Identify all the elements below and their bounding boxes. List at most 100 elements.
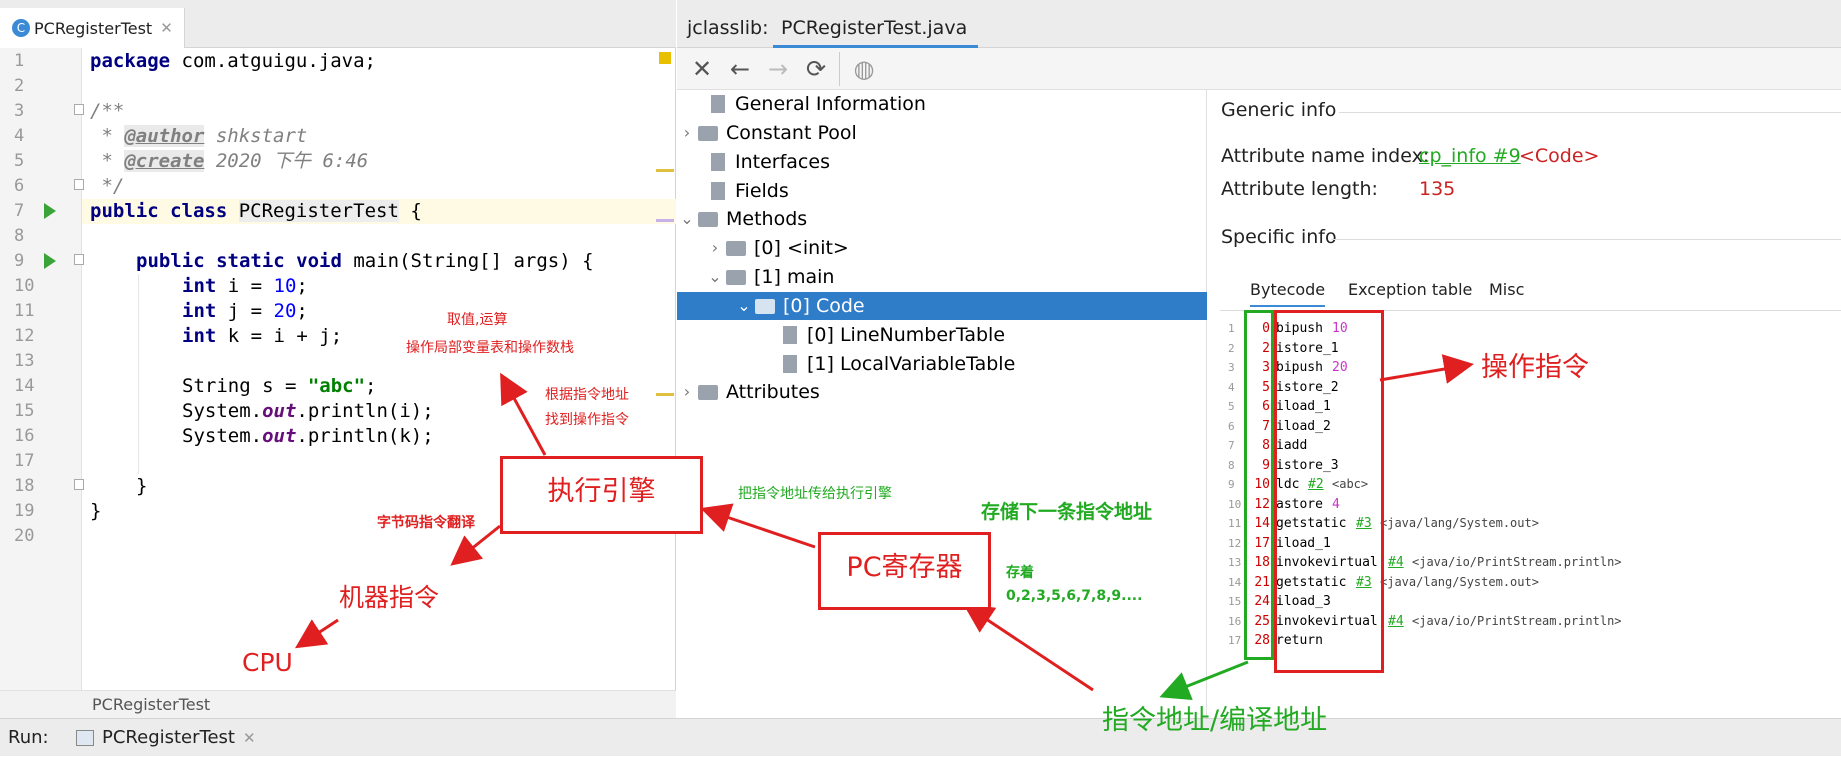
code-line-4: * @author shkstart xyxy=(90,125,308,147)
chevron-down-icon[interactable]: ⌄ xyxy=(676,205,698,233)
tree-item-methods[interactable]: ⌄ Methods xyxy=(676,205,807,233)
folder-icon xyxy=(698,211,718,227)
close-icon[interactable]: ✕ xyxy=(687,54,717,84)
section-divider xyxy=(1331,239,1841,240)
tree-item-attributes[interactable]: › Attributes xyxy=(676,378,820,406)
specific-info-title: Specific info xyxy=(1221,226,1337,248)
globe-icon[interactable]: ◍ xyxy=(849,54,879,84)
back-arrow-icon[interactable]: ← xyxy=(725,54,755,84)
tab-bytecode[interactable]: Bytecode xyxy=(1250,280,1326,307)
fold-icon[interactable] xyxy=(74,104,84,115)
bytecode-line-number: 3 xyxy=(1228,361,1235,374)
tree-item-init[interactable]: › [0] <init> xyxy=(704,234,849,262)
line-number: 3 xyxy=(14,101,25,121)
jclasslib-tab-label: PCRegisterTest.java xyxy=(781,17,968,39)
line-number: 11 xyxy=(14,301,35,321)
code-line-7: public class PCRegisterTest { xyxy=(90,200,422,222)
bytecode-ref-link[interactable]: #4 xyxy=(1388,612,1404,632)
address-box xyxy=(1244,310,1274,660)
bytecode-line-number: 17 xyxy=(1228,634,1242,647)
code-line-9: public static void main(String[] args) { xyxy=(136,250,594,272)
scroll-marker[interactable] xyxy=(656,219,674,222)
bytecode-comment: <java/lang/System.out> xyxy=(1380,574,1539,589)
line-number: 6 xyxy=(14,176,25,196)
tree-item-code[interactable]: ⌄ [0] Code xyxy=(733,292,864,320)
op-instruction-box xyxy=(1274,310,1384,673)
bytecode-line-number: 8 xyxy=(1228,458,1235,472)
jclasslib-toolbar: ✕ ← → ⟳ ◍ xyxy=(677,48,1841,90)
tree-item-local-variable-table[interactable]: [1] LocalVariableTable xyxy=(780,350,1015,378)
annotation-operate: 操作局部变量表和操作数栈 xyxy=(406,340,574,356)
refresh-icon[interactable]: ⟳ xyxy=(801,54,831,84)
line-number: 13 xyxy=(14,351,35,371)
chevron-right-icon[interactable]: › xyxy=(704,234,726,262)
scroll-marker[interactable] xyxy=(656,169,674,172)
tab-misc[interactable]: Misc xyxy=(1489,280,1524,299)
bytecode-line-number: 7 xyxy=(1228,439,1235,452)
close-icon[interactable]: ✕ xyxy=(243,719,256,757)
tree-item-fields[interactable]: Fields xyxy=(686,177,789,205)
file-icon xyxy=(711,182,725,200)
tab-exception-table[interactable]: Exception table xyxy=(1348,280,1472,299)
run-main-icon[interactable] xyxy=(44,253,56,269)
code-line-1: package com.atguigu.java; xyxy=(90,50,376,72)
annotation-op-instr: 操作指令 xyxy=(1481,352,1589,383)
chevron-down-icon[interactable]: ⌄ xyxy=(704,263,726,291)
bytecode-line-number: 1 xyxy=(1228,322,1235,335)
code-line-10: int i = 10; xyxy=(182,275,308,297)
file-icon xyxy=(783,355,797,373)
bytecode-line-number: 11 xyxy=(1228,517,1242,530)
indent-guide xyxy=(138,274,139,474)
editor-breadcrumb[interactable]: PCRegisterTest xyxy=(0,690,676,718)
run-toolbar: Run: PCRegisterTest ✕ xyxy=(0,718,1841,756)
chevron-right-icon[interactable]: › xyxy=(676,119,698,147)
code-line-11: int j = 20; xyxy=(182,300,308,322)
attr-name-link[interactable]: cp_info #9 xyxy=(1419,145,1521,167)
fold-icon[interactable] xyxy=(74,479,84,490)
editor-tab[interactable]: C PCRegisterTest ✕ xyxy=(0,8,185,48)
bytecode-comment: <java/lang/System.out> xyxy=(1380,516,1539,530)
chevron-right-icon[interactable]: › xyxy=(676,378,698,406)
execution-engine-box: 执行引擎 xyxy=(500,456,703,534)
fold-icon[interactable] xyxy=(74,179,84,190)
bytecode-line-number: 10 xyxy=(1228,497,1242,511)
annotation-fetch: 取值,运算 xyxy=(447,312,508,328)
bytecode-line-number: 14 xyxy=(1228,575,1242,589)
tree-item-general[interactable]: General Information xyxy=(686,90,926,118)
tree-item-line-number-table[interactable]: [0] LineNumberTable xyxy=(780,321,1005,349)
class-file-icon: C xyxy=(12,19,30,37)
bytecode-comment: <java/io/PrintStream.println> xyxy=(1412,613,1622,628)
line-number: 7 xyxy=(14,201,25,221)
annotation-store-next: 存储下一条指令地址 xyxy=(981,501,1153,523)
run-tab[interactable]: PCRegisterTest ✕ xyxy=(76,719,256,757)
run-class-icon[interactable] xyxy=(44,203,56,219)
bytecode-comment: <java/io/PrintStream.println> xyxy=(1412,555,1622,569)
annotation-pass-addr: 把指令地址传给执行引擎 xyxy=(738,486,892,502)
line-number: 9 xyxy=(14,251,25,271)
annotation-machine: 机器指令 xyxy=(339,583,440,612)
code-line-16: System.out.println(k); xyxy=(182,425,434,447)
attr-name-label: Attribute name index: xyxy=(1221,145,1430,167)
forward-arrow-icon[interactable]: → xyxy=(763,54,793,84)
line-number: 17 xyxy=(14,451,35,471)
bytecode-ref-link[interactable]: #4 xyxy=(1388,553,1404,573)
file-icon xyxy=(711,153,725,171)
scroll-marker[interactable] xyxy=(656,393,674,396)
line-number: 10 xyxy=(14,276,35,296)
tree-item-interfaces[interactable]: Interfaces xyxy=(686,148,830,176)
tree-item-constant-pool[interactable]: › Constant Pool xyxy=(676,119,857,147)
editor-tabbar: C PCRegisterTest ✕ xyxy=(0,0,676,48)
bytecode-line-number: 12 xyxy=(1228,536,1242,550)
bytecode-line-number: 4 xyxy=(1228,380,1235,394)
tree-item-main[interactable]: ⌄ [1] main xyxy=(704,263,834,291)
jclasslib-tab[interactable]: PCRegisterTest.java ✕ xyxy=(773,8,978,78)
warning-marker[interactable] xyxy=(659,52,671,64)
annotation-find-2: 找到操作指令 xyxy=(545,412,629,428)
folder-icon xyxy=(698,125,718,141)
bytecode-line-number: 13 xyxy=(1228,556,1242,569)
jclasslib-tabbar: jclasslib: PCRegisterTest.java ✕ xyxy=(677,0,1841,78)
line-number: 15 xyxy=(14,401,35,421)
fold-icon[interactable] xyxy=(74,254,84,265)
chevron-down-icon[interactable]: ⌄ xyxy=(733,292,755,320)
close-icon[interactable]: ✕ xyxy=(160,19,173,37)
